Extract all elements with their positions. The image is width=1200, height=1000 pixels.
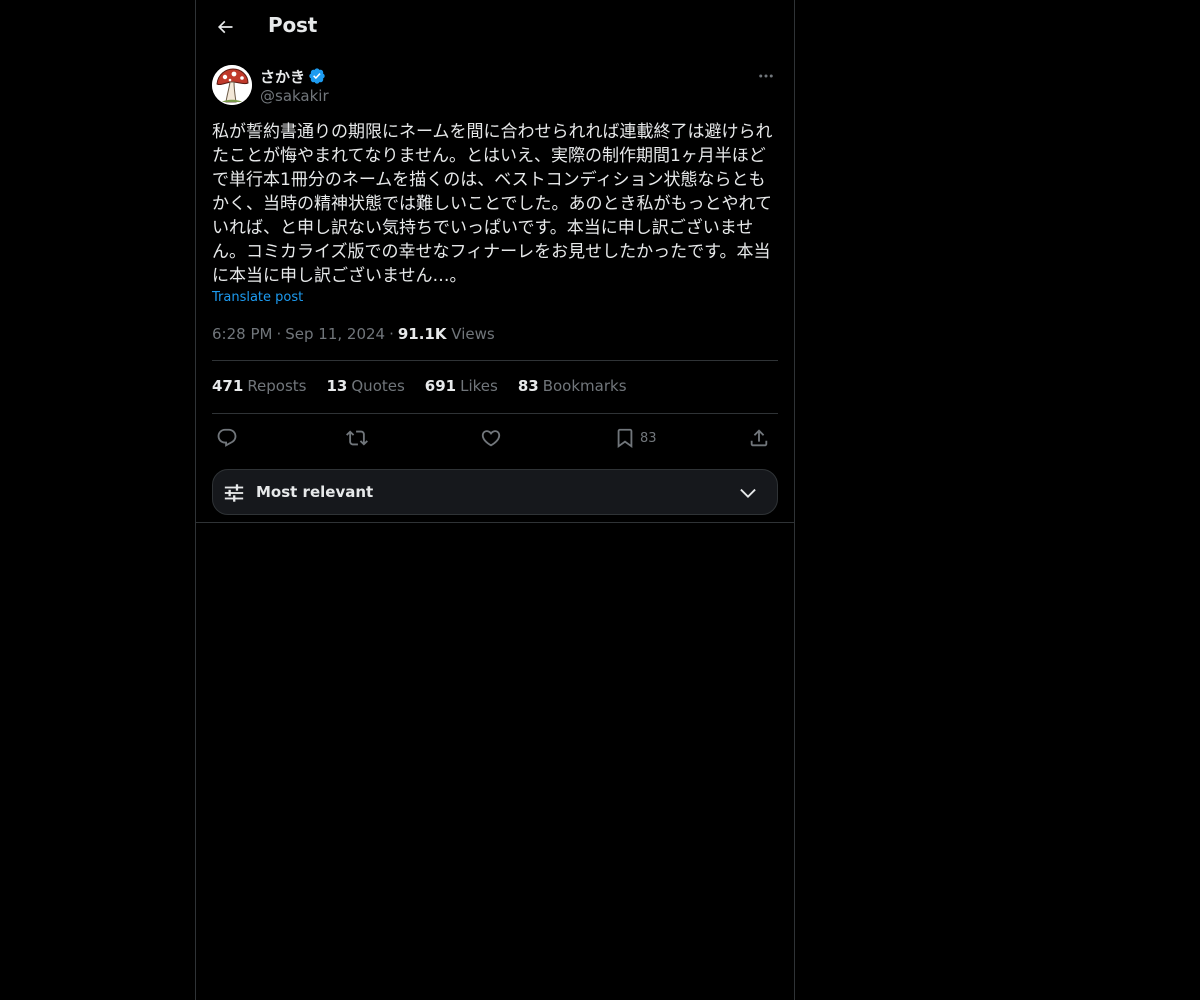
divider: [212, 413, 778, 414]
bookmark-icon: [617, 428, 633, 449]
divider: [212, 360, 778, 361]
page-title: Post: [268, 13, 318, 37]
stat-reposts[interactable]: 471 Reposts: [212, 377, 307, 395]
heart-icon: [481, 430, 501, 447]
sort-label: Most relevant: [256, 483, 374, 501]
main-column: Post さかき @sakakir 私が誓約書通りの期限にネームを間に合わせられ…: [195, 0, 795, 1000]
stat-quotes[interactable]: 13 Quotes: [327, 377, 405, 395]
post-meta: 6:28 PM · Sep 11, 2024 · 91.1K Views: [212, 325, 495, 343]
bookmark-count: 83: [640, 430, 657, 446]
display-name[interactable]: さかき: [260, 66, 305, 87]
reply-button[interactable]: [216, 422, 238, 454]
repost-button[interactable]: [346, 422, 368, 454]
post-date[interactable]: Sep 11, 2024: [285, 325, 385, 343]
chevron-down-icon: [740, 488, 756, 498]
views-count: 91.1K: [397, 325, 447, 343]
stat-bookmarks[interactable]: 83 Bookmarks: [518, 377, 627, 395]
views-label: Views: [451, 325, 495, 343]
share-button[interactable]: [748, 422, 770, 454]
verified-badge-icon: [309, 68, 325, 84]
engagement-stats: 471 Reposts 13 Quotes 691 Likes 83 Bookmarks: [212, 377, 627, 395]
reply-sort-dropdown[interactable]: Most relevant: [212, 469, 778, 515]
avatar[interactable]: [212, 65, 252, 105]
meta-separator: ·: [276, 325, 282, 343]
more-dots-icon: [759, 74, 773, 78]
sliders-icon: [224, 484, 244, 502]
post-author: さかき @sakakir: [212, 64, 778, 108]
mushroom-avatar-icon: [212, 65, 252, 105]
section-divider: [196, 522, 794, 523]
repost-icon: [346, 430, 368, 446]
like-button[interactable]: [480, 422, 502, 454]
user-handle[interactable]: @sakakir: [260, 87, 329, 105]
arrow-left-icon: [217, 20, 233, 34]
meta-separator: ·: [389, 325, 394, 343]
post-time[interactable]: 6:28 PM: [212, 325, 272, 343]
post-actions: 83: [212, 422, 778, 454]
translate-post-link[interactable]: Translate post: [212, 290, 303, 305]
bookmark-button[interactable]: 83: [614, 422, 657, 454]
back-button[interactable]: [208, 10, 242, 44]
post-text: 私が誓約書通りの期限にネームを間に合わせられれば連載終了は避けられ たことが悔や…: [212, 122, 773, 286]
share-icon: [750, 429, 768, 447]
more-options-button[interactable]: [754, 64, 778, 88]
reply-icon: [217, 428, 237, 447]
page-header: Post: [196, 0, 794, 53]
stat-likes[interactable]: 691 Likes: [425, 377, 498, 395]
